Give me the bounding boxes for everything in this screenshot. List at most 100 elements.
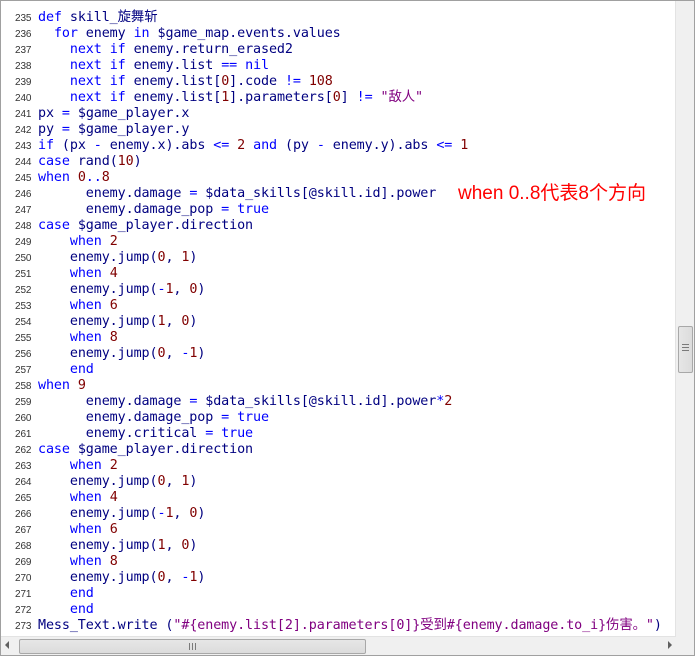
code-text: enemy.jump(-1, 0) <box>69 282 206 297</box>
code-line[interactable]: 258 when 9 <box>2 378 674 394</box>
line-number: 245 <box>15 173 32 184</box>
code-line[interactable]: 263 when 2 <box>2 458 674 474</box>
line-number: 271 <box>15 589 32 600</box>
code-line[interactable]: 271 end <box>2 586 674 602</box>
code-text: enemy.jump(0, 1) <box>69 250 198 265</box>
line-number: 242 <box>15 125 32 136</box>
code-editor[interactable]: 235 def skill_旋舞斩 236 for enemy in $game_m… <box>2 2 674 635</box>
code-text: enemy.damage = $data_skills[@skill.id].p… <box>85 394 453 409</box>
code-line[interactable]: 264 enemy.jump(0, 1) <box>2 474 674 490</box>
line-number: 237 <box>15 45 32 56</box>
code-line[interactable]: 266 enemy.jump(-1, 0) <box>2 506 674 522</box>
line-number: 263 <box>15 461 32 472</box>
line-number: 268 <box>15 541 32 552</box>
code-line[interactable]: 257 end <box>2 362 674 378</box>
code-text: case rand(10) <box>38 154 142 169</box>
code-line[interactable]: 238 next if enemy.list == nil <box>2 58 674 74</box>
code-text: when 6 <box>69 298 118 313</box>
line-number: 256 <box>15 349 32 360</box>
grip-icon <box>189 643 196 650</box>
vertical-scrollbar[interactable] <box>675 1 694 637</box>
line-number: 239 <box>15 77 32 88</box>
line-number: 244 <box>15 157 32 168</box>
code-line[interactable]: 248 case $game_player.direction <box>2 218 674 234</box>
code-line[interactable]: 244 case rand(10) <box>2 154 674 170</box>
code-text: px = $game_player.x <box>38 106 190 121</box>
code-line[interactable]: 259 enemy.damage = $data_skills[@skill.i… <box>2 394 674 410</box>
code-line[interactable]: 250 enemy.jump(0, 1) <box>2 250 674 266</box>
code-text: enemy.jump(1, 0) <box>69 314 198 329</box>
code-line[interactable]: 265 when 4 <box>2 490 674 506</box>
code-line[interactable]: 253 when 6 <box>2 298 674 314</box>
code-text: when 0..8 <box>38 170 110 185</box>
code-line[interactable]: 260 enemy.damage_pop = true <box>2 410 674 426</box>
code-line[interactable]: 252 enemy.jump(-1, 0) <box>2 282 674 298</box>
code-text: enemy.damage = $data_skills[@skill.id].p… <box>85 186 437 201</box>
code-line[interactable]: 251 when 4 <box>2 266 674 282</box>
line-number: 250 <box>15 253 32 264</box>
code-text: next if enemy.list[0].code != 108 <box>69 74 333 89</box>
red-annotation: when 0..8代表8个方向 <box>458 183 646 204</box>
code-line[interactable]: 237 next if enemy.return_erased2 <box>2 42 674 58</box>
code-line[interactable]: 242 py = $game_player.y <box>2 122 674 138</box>
code-line[interactable]: 267 when 6 <box>2 522 674 538</box>
code-text: when 2 <box>69 458 118 473</box>
code-line[interactable]: 273 Mess_Text.write ("#{enemy.list[2].par… <box>2 618 674 634</box>
line-number: 269 <box>15 557 32 568</box>
line-number: 260 <box>15 413 32 424</box>
code-text: if (px - enemy.x).abs <= 2 and (py - ene… <box>38 138 469 153</box>
code-text: Mess_Text.write ("#{enemy.list[2].parame… <box>38 618 662 633</box>
line-number: 251 <box>15 269 32 280</box>
code-text: next if enemy.list == nil <box>69 58 269 73</box>
code-line[interactable]: 240 next if enemy.list[1].parameters[0] … <box>2 90 674 106</box>
line-number: 248 <box>15 221 32 232</box>
code-line[interactable]: 243 if (px - enemy.x).abs <= 2 and (py - … <box>2 138 674 154</box>
vertical-scroll-thumb[interactable] <box>678 326 693 373</box>
scroll-right-arrow-icon[interactable] <box>668 641 672 649</box>
code-line[interactable]: 256 enemy.jump(0, -1) <box>2 346 674 362</box>
code-line[interactable]: 268 enemy.jump(1, 0) <box>2 538 674 554</box>
line-number: 243 <box>15 141 32 152</box>
code-text: when 8 <box>69 554 118 569</box>
line-number: 272 <box>15 605 32 616</box>
line-number: 264 <box>15 477 32 488</box>
code-text: for enemy in $game_map.events.values <box>53 26 341 41</box>
line-number: 241 <box>15 109 32 120</box>
scroll-left-arrow-icon[interactable] <box>5 641 9 649</box>
code-text: enemy.damage_pop = true <box>85 410 269 425</box>
code-text: end <box>69 362 94 377</box>
code-line[interactable]: 272 end <box>2 602 674 618</box>
code-line[interactable]: 254 enemy.jump(1, 0) <box>2 314 674 330</box>
line-number: 249 <box>15 237 32 248</box>
code-line[interactable]: 236 for enemy in $game_map.events.values <box>2 26 674 42</box>
line-number: 252 <box>15 285 32 296</box>
code-text: enemy.critical = true <box>85 426 254 441</box>
code-line[interactable]: 249 when 2 <box>2 234 674 250</box>
code-line[interactable]: 261 enemy.critical = true <box>2 426 674 442</box>
code-text: case $game_player.direction <box>38 442 254 457</box>
code-line[interactable]: 235 def skill_旋舞斩 <box>2 10 674 26</box>
code-text: when 9 <box>38 378 86 393</box>
line-number: 254 <box>15 317 32 328</box>
code-text: enemy.jump(-1, 0) <box>69 506 206 521</box>
code-line[interactable]: 255 when 8 <box>2 330 674 346</box>
code-line[interactable]: 262 case $game_player.direction <box>2 442 674 458</box>
line-number: 253 <box>15 301 32 312</box>
line-number: 267 <box>15 525 32 536</box>
line-number: 265 <box>15 493 32 504</box>
code-line[interactable]: 241 px = $game_player.x <box>2 106 674 122</box>
code-line[interactable]: 270 enemy.jump(0, -1) <box>2 570 674 586</box>
code-line[interactable]: 239 next if enemy.list[0].code != 108 <box>2 74 674 90</box>
line-number: 266 <box>15 509 32 520</box>
line-number: 235 <box>15 13 32 24</box>
code-text: when 4 <box>69 266 118 281</box>
line-number: 238 <box>15 61 32 72</box>
line-number: 262 <box>15 445 32 456</box>
line-number: 236 <box>15 29 32 40</box>
code-text: end <box>69 586 94 601</box>
code-text: when 8 <box>69 330 118 345</box>
horizontal-scrollbar[interactable] <box>1 636 676 655</box>
horizontal-scroll-thumb[interactable] <box>19 639 366 654</box>
code-line[interactable]: 269 when 8 <box>2 554 674 570</box>
code-text: enemy.jump(0, -1) <box>69 346 206 361</box>
